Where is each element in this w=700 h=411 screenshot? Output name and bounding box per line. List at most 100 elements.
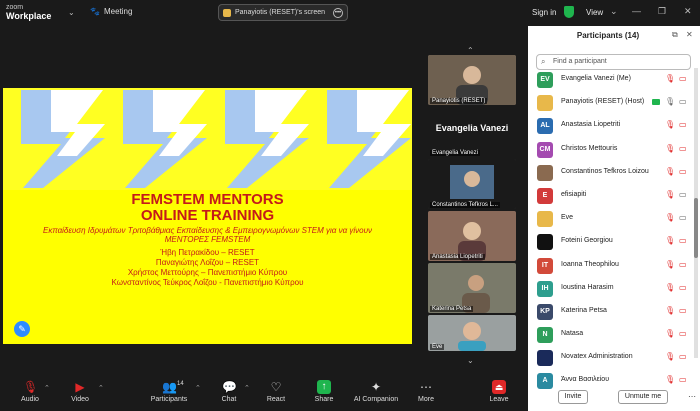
participant-row[interactable]: Eefisiapiti 🎙 ▭ (528, 184, 694, 207)
video-tile[interactable]: Evangelia Vanezi Evangelia Vanezi (428, 107, 516, 157)
camera-off-icon: ▭ (679, 236, 687, 246)
zoom-logo: zoom Workplace (6, 3, 51, 21)
meeting-info-button[interactable]: 🐾 Meeting (90, 7, 132, 16)
participant-row[interactable]: KP Katerina Petsa 🎙 ▭ (528, 300, 694, 323)
video-tile[interactable]: Constantinos Tefkros L... (428, 159, 516, 209)
participant-row[interactable]: Foteini Georgiou 🎙 ▭ (528, 230, 694, 253)
strip-scroll-down-icon[interactable]: ⌄ (467, 356, 474, 365)
video-tile[interactable]: Katerina Petsa (428, 263, 516, 313)
react-button[interactable]: ♡ React (264, 380, 288, 403)
search-icon: ⌕ (541, 57, 546, 66)
participants-options-chevron-icon[interactable]: ⌃ (195, 384, 201, 392)
participant-row[interactable]: EV Evangelia Vanezi (Me) 🎙 ▭ (528, 68, 694, 91)
camera-icon: ▭ (679, 189, 687, 199)
video-tile[interactable]: Panayiotis (RESET) (428, 55, 516, 105)
scrollbar-thumb[interactable] (694, 198, 698, 258)
audio-button[interactable]: 🎙 Audio (16, 380, 44, 403)
leave-button[interactable]: ⏏ Leave (486, 380, 512, 403)
slide-name-line: Ήβη Πετρακίδου – RESET (160, 248, 255, 257)
participant-name: Katerina Petsa (561, 306, 607, 314)
annotate-pen-icon[interactable]: ✎ (14, 321, 30, 337)
mic-muted-icon: 🎙 (23, 380, 39, 394)
audio-label: Audio (21, 396, 39, 403)
close-window-icon[interactable]: ✕ (684, 6, 692, 17)
video-tile[interactable]: Anastasia Liopetriti (428, 211, 516, 261)
chat-options-chevron-icon[interactable]: ⌃ (244, 384, 250, 392)
participant-name: Ioustina Harasim (561, 283, 614, 291)
ai-companion-button[interactable]: ✦ AI Companion (352, 380, 400, 403)
zoom-window: zoom Workplace ⌄ 🐾 Meeting Panayiotis (R… (0, 0, 700, 411)
audio-options-chevron-icon[interactable]: ⌃ (44, 384, 50, 392)
participant-name: Christos Mettouris (561, 144, 618, 152)
camera-off-icon: ▭ (679, 329, 687, 339)
invite-button[interactable]: Invite (558, 390, 588, 404)
participant-name: Anastasia Liopetriti (561, 121, 621, 129)
chevron-down-icon[interactable]: ⌄ (68, 8, 75, 17)
participant-row[interactable]: IH Ioustina Harasim 🎙 ▭ (528, 277, 694, 300)
chevron-banner (3, 88, 412, 190)
strip-scroll-up-icon[interactable]: ⌃ (467, 46, 474, 55)
chevron-down-icon[interactable]: ⌄ (610, 6, 618, 17)
participant-avatar: KP (537, 303, 553, 320)
participant-row[interactable]: Novatex Administration 🎙 ▭ (528, 346, 694, 369)
participant-name: Evangelia Vanezi (Me) (561, 75, 631, 82)
participant-name: Άννα Βασιλείου (561, 376, 610, 384)
popout-icon[interactable]: ⧉ (672, 30, 678, 40)
participant-row[interactable]: IT Ioanna Theophilou 🎙 ▭ (528, 254, 694, 277)
more-label: More (418, 396, 434, 403)
camera-off-icon: ▭ (679, 375, 687, 385)
participant-name: Panayiotis (RESET) (Host) (561, 98, 645, 106)
tile-label: Anastasia Liopetriti (430, 254, 485, 260)
camera-off-icon: ▭ (679, 120, 687, 130)
more-options-icon[interactable]: ••• (333, 7, 343, 18)
participant-row[interactable]: Eve 🎙 ▭ (528, 207, 694, 230)
participant-row[interactable]: Constantinos Tefkros Loizou 🎙 ▭ (528, 161, 694, 184)
participant-row[interactable]: Panayiotis (RESET) (Host) 🎙 ▭ (528, 91, 694, 114)
participant-name: Natasa (561, 330, 584, 338)
mic-muted-icon: 🎙 (665, 375, 676, 385)
participants-panel: Participants (14) ⧉ ✕ ⌕ Find a participa… (528, 26, 700, 411)
camera-icon: ▭ (679, 97, 687, 107)
video-options-chevron-icon[interactable]: ⌃ (98, 384, 104, 392)
participant-list: EV Evangelia Vanezi (Me) 🎙 ▭ Panayiotis (RES… (528, 68, 694, 393)
participant-row[interactable]: AL Anastasia Liopetriti 🎙 ▭ (528, 114, 694, 137)
participant-avatar: IH (537, 280, 553, 297)
sparkle-icon: ✦ (370, 380, 382, 394)
participant-avatar: N (537, 327, 553, 344)
participant-row[interactable]: N Natasa 🎙 ▭ (528, 323, 694, 346)
participant-row[interactable]: CM Christos Mettouris 🎙 ▭ (528, 138, 694, 161)
chat-button[interactable]: 💬 Chat (218, 380, 240, 403)
leave-label: Leave (489, 396, 509, 403)
slide-name-line: Χρήστος Μεττούρης – Πανεπιστήμιο Κύπρου (127, 268, 288, 277)
screen-share-indicator[interactable]: Panayiotis (RESET)'s screen ••• (218, 4, 348, 21)
participant-avatar (537, 164, 553, 181)
video-button[interactable]: ▶ Video (66, 380, 94, 403)
participant-name: Foteini Georgiou (561, 237, 613, 245)
camera-off-icon: ▶ (75, 380, 85, 394)
video-tile[interactable]: Eve (428, 315, 516, 351)
tile-label: Katerina Petsa (430, 306, 474, 312)
more-button[interactable]: ⋯ More (414, 380, 438, 403)
participant-avatar: AL (537, 118, 553, 135)
tile-label: Constantinos Tefkros L... (430, 202, 500, 208)
chat-label: Chat (221, 396, 237, 403)
more-options-icon[interactable]: ⋯ (688, 392, 696, 401)
shield-icon[interactable] (564, 6, 574, 18)
share-button[interactable]: ↑ Share (312, 380, 336, 403)
participant-scrollbar[interactable] (694, 68, 698, 358)
participant-name: Eve (561, 214, 574, 222)
restore-icon[interactable]: ❐ (658, 6, 666, 17)
react-label: React (266, 396, 286, 403)
participant-avatar (537, 95, 553, 112)
mic-muted-icon: 🎙 (665, 329, 676, 339)
panel-header: Participants (14) ⧉ ✕ (528, 26, 700, 46)
close-panel-icon[interactable]: ✕ (686, 30, 693, 39)
view-button[interactable]: View (586, 8, 603, 17)
signin-link[interactable]: Sign in (532, 8, 556, 17)
participant-avatar: CM (537, 141, 553, 158)
minimize-icon[interactable]: — (632, 6, 641, 16)
unmute-me-button[interactable]: Unmute me (618, 390, 668, 404)
participants-count: 14 (177, 381, 184, 387)
ai-companion-label: AI Companion (353, 396, 399, 403)
participant-name: Ioanna Theophilou (561, 260, 619, 268)
